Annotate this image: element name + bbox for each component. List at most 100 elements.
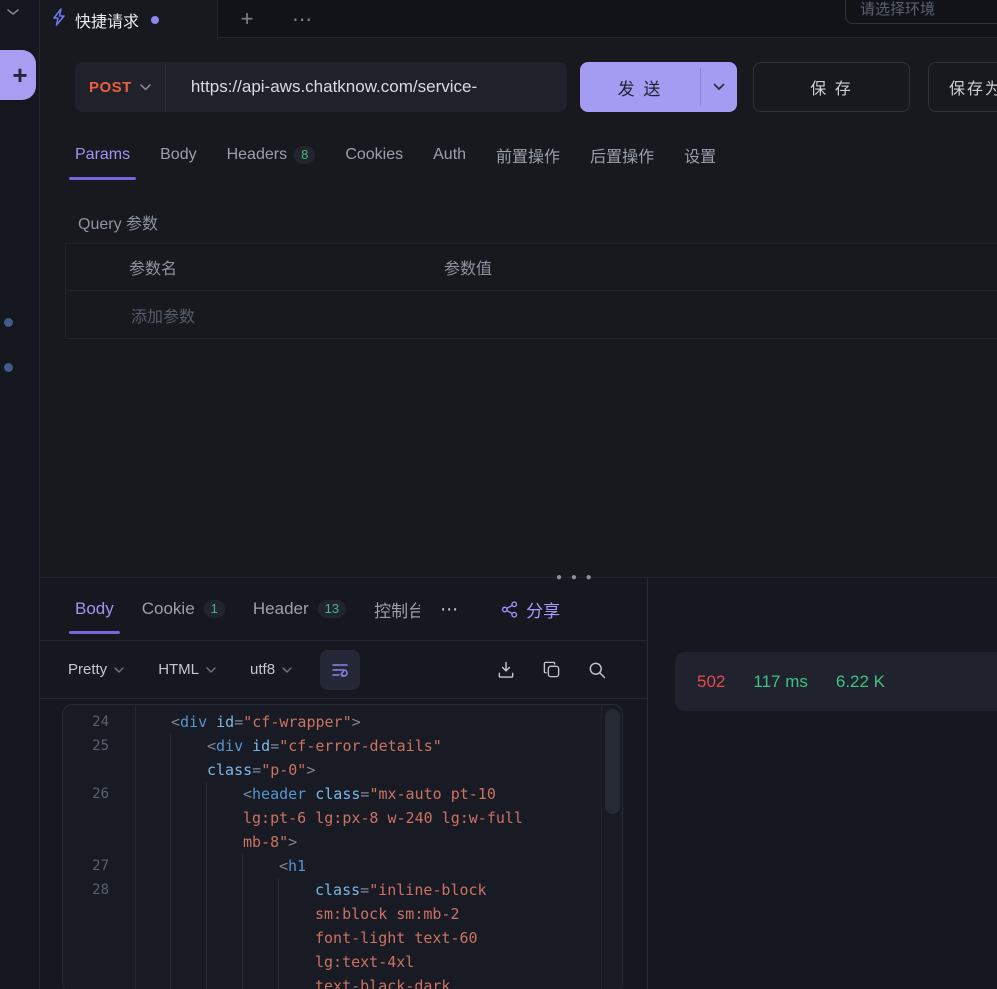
tab-response-body[interactable]: Body (75, 578, 114, 640)
share-icon (501, 601, 518, 618)
status-code: 502 (697, 672, 725, 692)
tab-label: Cookie (142, 599, 195, 619)
environment-select[interactable]: 请选择环境 (845, 0, 997, 24)
toolbar-actions (496, 660, 607, 680)
code-text: <header class="mx-auto pt-10 (135, 782, 496, 806)
tab-more-button[interactable]: ⋯ (288, 4, 318, 34)
share-button[interactable]: 分享 (501, 597, 560, 622)
tab-settings[interactable]: 设置 (684, 126, 716, 184)
url-bar: POST https://api-aws.chatknow.com/servic… (75, 62, 567, 112)
code-text: <h1 (135, 854, 306, 878)
add-param-row[interactable]: 添加参数 (66, 291, 997, 339)
tab-pre-actions[interactable]: 前置操作 (496, 126, 560, 184)
response-size: 6.22 K (836, 672, 885, 692)
code-line: 26<header class="mx-auto pt-10 (63, 782, 622, 806)
query-params-title: Query 参数 (78, 210, 158, 234)
code-line: sm:block sm:mb-2 (63, 902, 622, 926)
code-text: sm:block sm:mb-2 (135, 902, 460, 926)
unsaved-dot (151, 16, 159, 24)
code-line: text-black-dark (63, 974, 622, 989)
code-text: font-light text-60 (135, 926, 478, 950)
line-number (63, 926, 135, 950)
send-button[interactable]: 发 送 (580, 62, 700, 112)
sidebar-indicator-dot[interactable] (4, 363, 13, 372)
code-rows: 24<div id="cf-wrapper">25<div id="cf-err… (63, 710, 622, 989)
response-panel: Body Cookie 1 Header 13 控制台 ⋯ (40, 577, 997, 989)
language-dropdown[interactable]: HTML (158, 661, 216, 678)
header-count-badge: 13 (318, 600, 346, 618)
tab-cookies[interactable]: Cookies (345, 126, 403, 184)
tab-auth[interactable]: Auth (433, 126, 466, 184)
tab-quick-request[interactable]: 快捷请求 (40, 0, 218, 39)
collapse-chevron-icon[interactable] (6, 4, 20, 22)
cookie-count-badge: 1 (204, 600, 225, 618)
send-button-group: 发 送 (580, 62, 737, 112)
code-line: 25<div id="cf-error-details" (63, 734, 622, 758)
response-code-editor[interactable]: 24<div id="cf-wrapper">25<div id="cf-err… (62, 704, 623, 989)
tab-post-actions[interactable]: 后置操作 (590, 126, 654, 184)
tab-label: 设置 (684, 143, 716, 167)
tab-label: Header (253, 599, 309, 619)
tab-headers[interactable]: Headers 8 (227, 126, 316, 184)
editor-scrollbar[interactable] (605, 709, 620, 814)
line-number (63, 758, 135, 782)
response-body-pane: Body Cookie 1 Header 13 控制台 ⋯ (40, 578, 648, 989)
new-tab-button[interactable]: + (232, 4, 262, 34)
param-value-header: 参数值 (444, 255, 492, 279)
method-dropdown[interactable]: POST (75, 62, 165, 112)
code-text: text-black-dark (135, 974, 450, 989)
word-wrap-icon (331, 662, 349, 678)
send-options-button[interactable] (701, 62, 737, 112)
line-number (63, 806, 135, 830)
save-button[interactable]: 保 存 (753, 62, 910, 112)
line-number (63, 830, 135, 854)
code-line: lg:pt-6 lg:px-8 w-240 lg:w-full (63, 806, 622, 830)
request-tabs: Params Body Headers 8 Cookies Auth 前置操作 … (75, 126, 997, 184)
search-icon[interactable] (587, 660, 607, 680)
code-line: 28class="inline-block (63, 878, 622, 902)
tab-label: Body (160, 146, 196, 164)
response-tabs: Body Cookie 1 Header 13 控制台 ⋯ (40, 578, 647, 641)
response-time: 117 ms (753, 672, 808, 692)
tab-label: Auth (433, 146, 466, 164)
download-icon[interactable] (496, 660, 516, 680)
chevron-down-icon (140, 84, 151, 91)
tab-params[interactable]: Params (75, 126, 130, 184)
code-text: lg:text-4xl (135, 950, 414, 974)
chevron-down-icon (114, 667, 124, 673)
headers-count-badge: 8 (294, 146, 315, 164)
response-toolbar: Pretty HTML utf8 (40, 641, 647, 699)
line-number: 28 (63, 878, 135, 902)
tab-bar: 快捷请求 + ⋯ 请选择环境 (40, 0, 997, 38)
tab-label: 控制台 (374, 597, 420, 622)
word-wrap-button[interactable] (320, 650, 360, 690)
response-tabs-more-button[interactable]: ⋯ (440, 599, 459, 620)
splitter-handle[interactable]: ● ● ● (556, 572, 595, 583)
tab-label: Cookies (345, 146, 403, 164)
tab-console[interactable]: 控制台 (374, 578, 420, 640)
tab-response-header[interactable]: Header 13 (253, 578, 346, 640)
chevron-down-icon (713, 83, 725, 91)
method-label: POST (89, 79, 132, 96)
tab-body[interactable]: Body (160, 126, 196, 184)
sidebar-indicator-dot[interactable] (4, 318, 13, 327)
tab-label: Headers (227, 146, 287, 164)
tab-label: Body (75, 599, 114, 619)
tab-response-cookie[interactable]: Cookie 1 (142, 578, 225, 640)
copy-icon[interactable] (542, 660, 561, 679)
charset-dropdown[interactable]: utf8 (250, 661, 292, 678)
line-number: 26 (63, 782, 135, 806)
format-dropdown[interactable]: Pretty (68, 661, 124, 678)
tab-label: 后置操作 (590, 143, 654, 167)
line-number (63, 902, 135, 926)
chevron-down-icon (206, 667, 216, 673)
save-as-button[interactable]: 保存为 (928, 62, 997, 112)
url-input[interactable]: https://api-aws.chatknow.com/service- (166, 77, 477, 97)
format-label: Pretty (68, 661, 107, 678)
code-text: <div id="cf-wrapper"> (135, 710, 361, 734)
new-request-button[interactable]: + (0, 50, 36, 100)
chevron-down-icon (282, 667, 292, 673)
line-number: 25 (63, 734, 135, 758)
code-line: mb-8"> (63, 830, 622, 854)
line-number: 27 (63, 854, 135, 878)
